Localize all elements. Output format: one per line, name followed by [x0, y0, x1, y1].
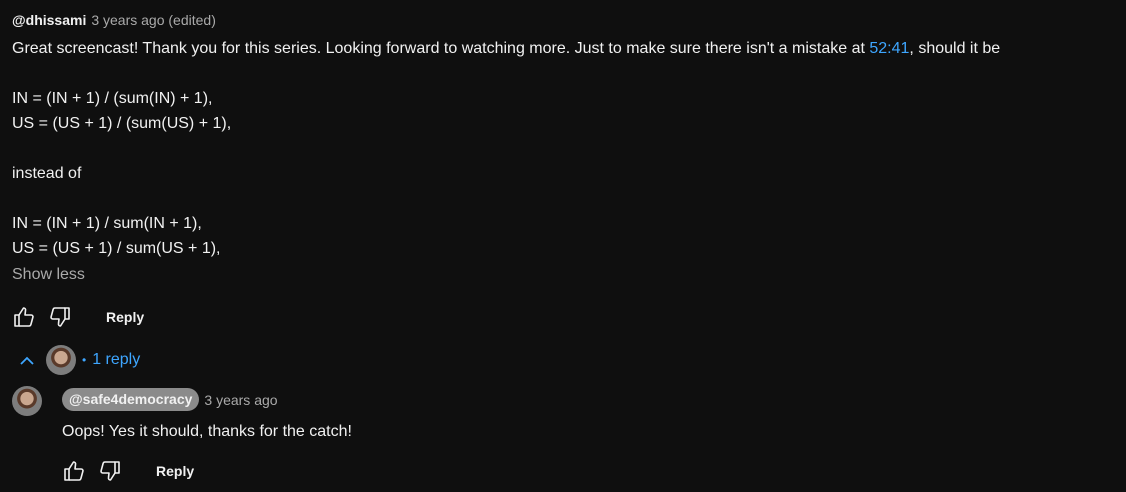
dislike-button[interactable] — [98, 455, 134, 487]
dislike-button[interactable] — [48, 301, 84, 333]
avatar[interactable] — [12, 386, 42, 416]
separator-dot: • — [82, 353, 87, 367]
reply-author-badge[interactable]: @safe4democracy — [62, 388, 200, 411]
comment-line: instead of — [12, 165, 82, 182]
comment-line — [12, 186, 1112, 211]
comment-line: Great screencast! Thank you for this ser… — [12, 36, 1112, 61]
reply-button[interactable]: Reply — [156, 463, 194, 479]
comment-line — [12, 61, 1112, 86]
reply-header: @safe4democracy 3 years ago — [62, 386, 662, 413]
thumbs-up-icon — [64, 461, 84, 481]
comment-body: Great screencast! Thank you for this ser… — [12, 36, 1112, 261]
thumbs-down-icon — [100, 461, 120, 481]
reply-text: Oops! Yes it should, thanks for the catc… — [62, 423, 352, 440]
reply-count-label[interactable]: 1 reply — [92, 351, 140, 369]
comment-line — [12, 136, 1112, 161]
comment-actions: Reply — [12, 301, 1112, 333]
like-button[interactable] — [62, 455, 98, 487]
reply-time[interactable]: 3 years ago — [204, 392, 277, 408]
thumbs-down-icon — [50, 307, 70, 327]
comment: @dhissami 3 years ago (edited) Great scr… — [12, 10, 1112, 333]
like-button[interactable] — [12, 301, 48, 333]
comment-line: US = (US + 1) / (sum(US) + 1), — [12, 115, 232, 132]
reply-button[interactable]: Reply — [106, 309, 144, 325]
comment-header: @dhissami 3 years ago (edited) — [12, 10, 1112, 30]
reply-content: @safe4democracy 3 years ago Oops! Yes it… — [62, 386, 662, 487]
show-less-button[interactable]: Show less — [12, 265, 1112, 285]
chevron-up-icon — [20, 356, 34, 365]
replies-toggle[interactable]: • 1 reply — [12, 344, 140, 376]
comment-time[interactable]: 3 years ago (edited) — [91, 10, 216, 30]
comment-author[interactable]: @dhissami — [12, 10, 86, 30]
reply-actions: Reply — [62, 455, 662, 487]
comment-text-before-link: Great screencast! Thank you for this ser… — [12, 40, 870, 57]
timestamp-link[interactable]: 52:41 — [869, 40, 909, 57]
thumbs-up-icon — [14, 307, 34, 327]
comment-line: IN = (IN + 1) / sum(IN + 1), — [12, 215, 202, 232]
comment-line: US = (US + 1) / sum(US + 1), — [12, 240, 221, 257]
avatar — [46, 345, 76, 375]
comment-text-after-link: , should it be — [909, 40, 1001, 57]
comment-line: IN = (IN + 1) / (sum(IN) + 1), — [12, 90, 213, 107]
